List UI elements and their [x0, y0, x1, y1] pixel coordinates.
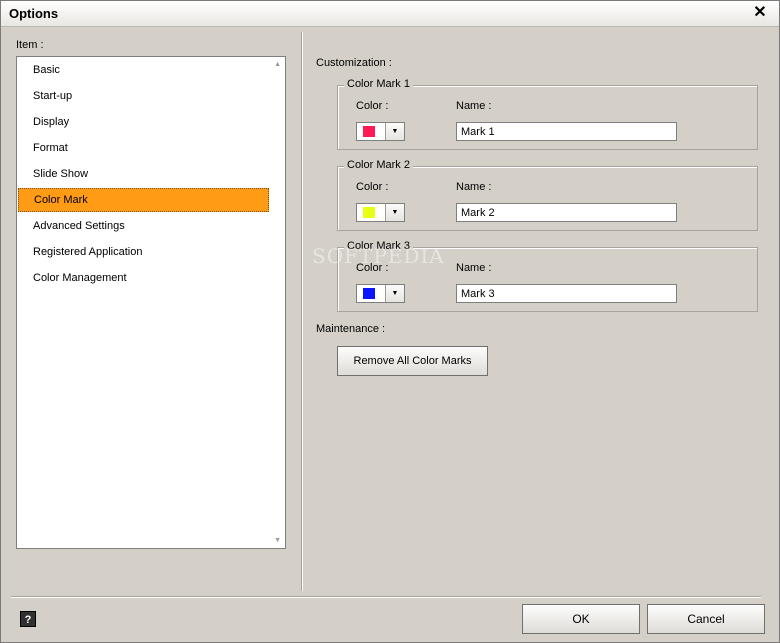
- name-label: Name :: [456, 262, 492, 274]
- maintenance-label: Maintenance :: [316, 323, 386, 335]
- color-swatch: [363, 207, 375, 218]
- color-mark-2-picker[interactable]: ▼: [356, 203, 405, 222]
- close-icon[interactable]: ✕: [751, 3, 769, 23]
- color-mark-2-group: Color Mark 2 Color : Name : ▼: [337, 159, 758, 231]
- footer-divider: [11, 596, 761, 597]
- help-icon[interactable]: ?: [20, 611, 36, 627]
- name-label: Name :: [456, 181, 492, 193]
- window-title: Options: [9, 6, 59, 21]
- list-item-basic[interactable]: Basic: [18, 58, 269, 82]
- list-item-format[interactable]: Format: [18, 136, 269, 160]
- color-mark-2-name-field[interactable]: [456, 203, 677, 222]
- list-item-advanced-settings[interactable]: Advanced Settings: [18, 214, 269, 238]
- scroll-down-icon[interactable]: ▼: [274, 537, 281, 544]
- color-label: Color :: [356, 181, 389, 193]
- vertical-divider: [301, 32, 302, 591]
- name-label: Name :: [456, 100, 492, 112]
- color-mark-1-group: Color Mark 1 Color : Name : ▼: [337, 78, 758, 150]
- color-swatch: [363, 288, 375, 299]
- color-mark-1-name-field[interactable]: [456, 122, 677, 141]
- chevron-down-icon[interactable]: ▼: [385, 285, 404, 302]
- list-item-registered-application[interactable]: Registered Application: [18, 240, 269, 264]
- list-item-color-management[interactable]: Color Management: [18, 266, 269, 290]
- chevron-down-icon[interactable]: ▼: [385, 204, 404, 221]
- color-mark-3-picker[interactable]: ▼: [356, 284, 405, 303]
- color-label: Color :: [356, 100, 389, 112]
- color-mark-3-name-field[interactable]: [456, 284, 677, 303]
- watermark: SOFTPEDIA: [312, 244, 445, 268]
- list-item-start-up[interactable]: Start-up: [18, 84, 269, 108]
- color-mark-1-picker[interactable]: ▼: [356, 122, 405, 141]
- item-listbox[interactable]: ▲ Basic Start-up Display Format Slide Sh…: [16, 56, 286, 549]
- list-item-display[interactable]: Display: [18, 110, 269, 134]
- remove-all-color-marks-button[interactable]: Remove All Color Marks: [337, 346, 488, 376]
- cancel-button[interactable]: Cancel: [647, 604, 765, 634]
- scroll-up-icon[interactable]: ▲: [274, 61, 281, 68]
- color-mark-2-title: Color Mark 2: [344, 159, 413, 171]
- item-label: Item :: [16, 39, 44, 51]
- ok-button[interactable]: OK: [522, 604, 640, 634]
- list-item-color-mark[interactable]: Color Mark: [18, 188, 269, 212]
- chevron-down-icon[interactable]: ▼: [385, 123, 404, 140]
- color-mark-1-title: Color Mark 1: [344, 78, 413, 90]
- options-dialog: Options ✕ Item : ▲ Basic Start-up Displa…: [0, 0, 780, 643]
- color-swatch: [363, 126, 375, 137]
- customization-label: Customization :: [316, 57, 392, 69]
- title-bar: Options ✕: [1, 1, 779, 27]
- list-item-slide-show[interactable]: Slide Show: [18, 162, 269, 186]
